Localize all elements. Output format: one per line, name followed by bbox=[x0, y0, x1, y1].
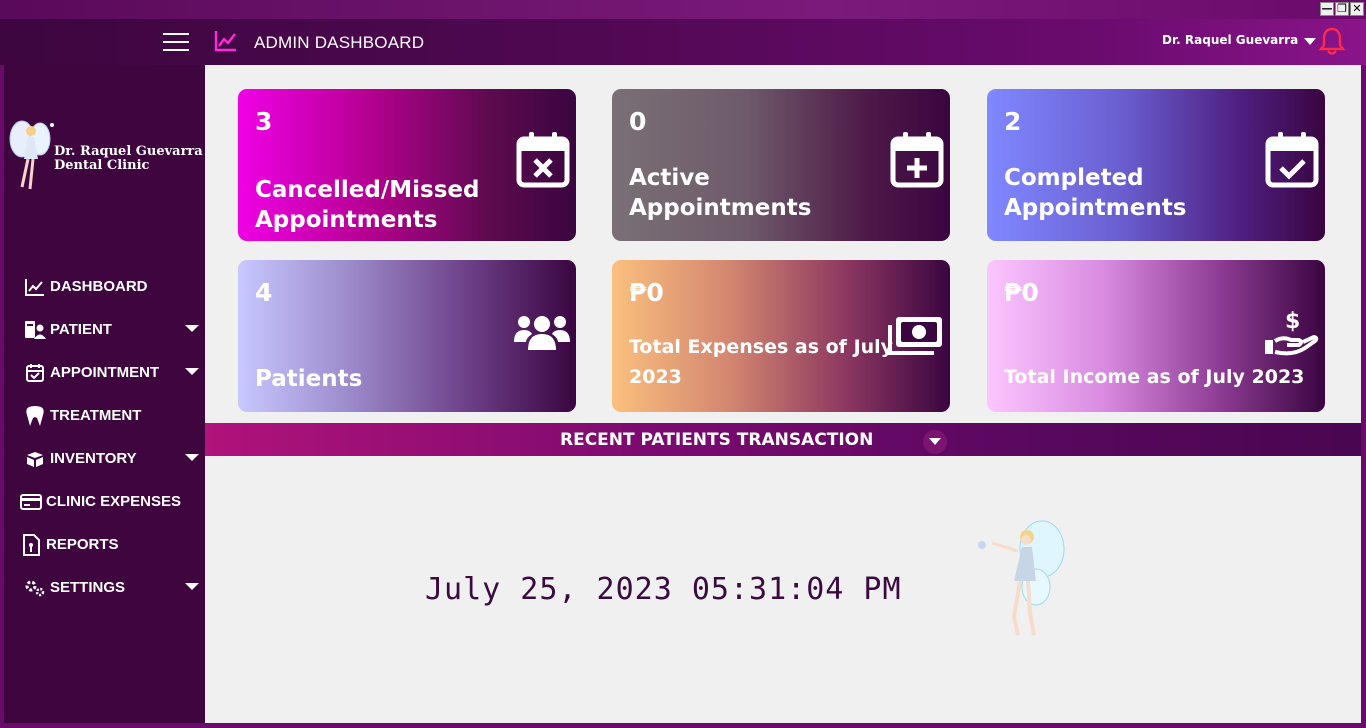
clinic-name-line1: Dr. Raquel Guevarra bbox=[54, 144, 203, 159]
recent-transactions-bar[interactable]: RECENT PATIENTS TRANSACTION bbox=[205, 423, 1361, 456]
bell-icon[interactable] bbox=[1318, 26, 1346, 56]
sidebar-nav: DASHBOARD PATIENT APPOINTMENT TREATMENT bbox=[4, 265, 205, 609]
card-value: 2 bbox=[1004, 107, 1022, 136]
sidebar-item-label: APPOINTMENT bbox=[50, 364, 160, 381]
card-label: Cancelled/Missed Appointments bbox=[255, 177, 480, 233]
card-label: Patients bbox=[255, 366, 363, 392]
window-controls: — ❐ ✕ bbox=[1320, 2, 1364, 16]
card-value: 4 bbox=[255, 278, 273, 307]
total-income-card[interactable]: ₱0 Total Income as of July 2023 $ bbox=[987, 260, 1325, 412]
card-value: 0 bbox=[629, 107, 647, 136]
box-icon bbox=[22, 448, 48, 470]
chart-line-icon bbox=[22, 276, 48, 298]
sidebar-item-label: DASHBOARD bbox=[50, 278, 148, 295]
card-value: 3 bbox=[255, 107, 273, 136]
recent-transactions-title: RECENT PATIENTS TRANSACTION bbox=[560, 430, 874, 450]
window-titlebar: — ❐ ✕ bbox=[0, 0, 1366, 19]
chevron-down-icon[interactable] bbox=[185, 368, 199, 375]
sidebar-item-label: REPORTS bbox=[46, 536, 119, 553]
sidebar-item-appointment[interactable]: APPOINTMENT bbox=[4, 351, 205, 394]
credit-card-icon bbox=[18, 491, 44, 513]
chevron-down-icon[interactable] bbox=[185, 454, 199, 461]
sidebar-item-label: INVENTORY bbox=[50, 450, 137, 467]
date-time-clock: July 25, 2023 05:31:04 PM bbox=[425, 572, 902, 607]
chevron-down-icon[interactable] bbox=[185, 583, 199, 590]
fairy-image-icon bbox=[978, 520, 1065, 636]
users-group-icon bbox=[514, 316, 570, 350]
user-menu-caret-icon[interactable] bbox=[1304, 38, 1316, 45]
active-appointments-card[interactable]: 0 Active Appointments bbox=[612, 89, 950, 241]
hamburger-menu-icon[interactable] bbox=[163, 33, 189, 51]
page-title: ADMIN DASHBOARD bbox=[254, 33, 425, 52]
calendar-check-icon bbox=[1265, 132, 1319, 188]
tooth-icon bbox=[22, 405, 48, 427]
calendar-x-icon bbox=[516, 132, 570, 188]
patient-id-icon bbox=[22, 319, 48, 341]
card-label: Total Income as of July 2023 bbox=[1004, 366, 1305, 388]
total-expenses-card[interactable]: ₱0 Total Expenses as of July 2023 bbox=[612, 260, 950, 412]
hand-dollar-icon: $ bbox=[1265, 309, 1319, 356]
minimize-button[interactable]: — bbox=[1320, 2, 1334, 16]
sidebar-item-label: TREATMENT bbox=[50, 407, 142, 424]
sidebar-item-clinic-expenses[interactable]: CLINIC EXPENSES bbox=[4, 480, 205, 523]
sidebar-item-label: PATIENT bbox=[50, 321, 112, 338]
card-value: ₱0 bbox=[629, 278, 664, 307]
clinic-name: Dr. Raquel Guevarra Dental Clinic bbox=[54, 145, 203, 173]
fairy-logo-icon bbox=[9, 120, 54, 190]
patients-card[interactable]: 4 Patients bbox=[238, 260, 576, 412]
sidebar: Dr. Raquel Guevarra Dental Clinic DASHBO… bbox=[4, 65, 205, 723]
close-button[interactable]: ✕ bbox=[1350, 2, 1364, 16]
sidebar-item-reports[interactable]: REPORTS bbox=[4, 523, 205, 566]
chevron-down-icon[interactable] bbox=[185, 325, 199, 332]
sidebar-item-settings[interactable]: SETTINGS bbox=[4, 566, 205, 609]
gears-icon bbox=[22, 577, 48, 599]
cancelled-appointments-card[interactable]: 3 Cancelled/Missed Appointments bbox=[238, 89, 576, 241]
sidebar-item-treatment[interactable]: TREATMENT bbox=[4, 394, 205, 437]
card-label: Active Appointments bbox=[629, 165, 812, 221]
sidebar-item-label: SETTINGS bbox=[50, 579, 126, 596]
calendar-check-icon bbox=[22, 362, 48, 384]
main-content: 3 Cancelled/Missed Appointments 0 Active… bbox=[205, 65, 1361, 723]
card-value: ₱0 bbox=[1004, 278, 1039, 307]
sidebar-item-label: CLINIC EXPENSES bbox=[46, 493, 182, 510]
completed-appointments-card[interactable]: 2 Completed Appointments bbox=[987, 89, 1325, 241]
sidebar-item-inventory[interactable]: INVENTORY bbox=[4, 437, 205, 480]
user-name[interactable]: Dr. Raquel Guevarra bbox=[1162, 33, 1298, 47]
clinic-name-line2: Dental Clinic bbox=[54, 158, 150, 173]
chevron-down-icon[interactable] bbox=[923, 430, 947, 454]
top-header: ADMIN DASHBOARD Dr. Raquel Guevarra bbox=[0, 19, 1366, 65]
sidebar-item-patient[interactable]: PATIENT bbox=[4, 308, 205, 351]
report-file-icon bbox=[18, 533, 44, 556]
svg-text:$: $ bbox=[1285, 309, 1300, 334]
sidebar-item-dashboard[interactable]: DASHBOARD bbox=[4, 265, 205, 308]
clinic-logo: Dr. Raquel Guevarra Dental Clinic bbox=[4, 117, 205, 197]
chart-line-icon bbox=[214, 31, 236, 52]
money-bills-icon bbox=[888, 317, 942, 355]
restore-button[interactable]: ❐ bbox=[1335, 2, 1349, 16]
calendar-plus-icon bbox=[890, 132, 944, 188]
